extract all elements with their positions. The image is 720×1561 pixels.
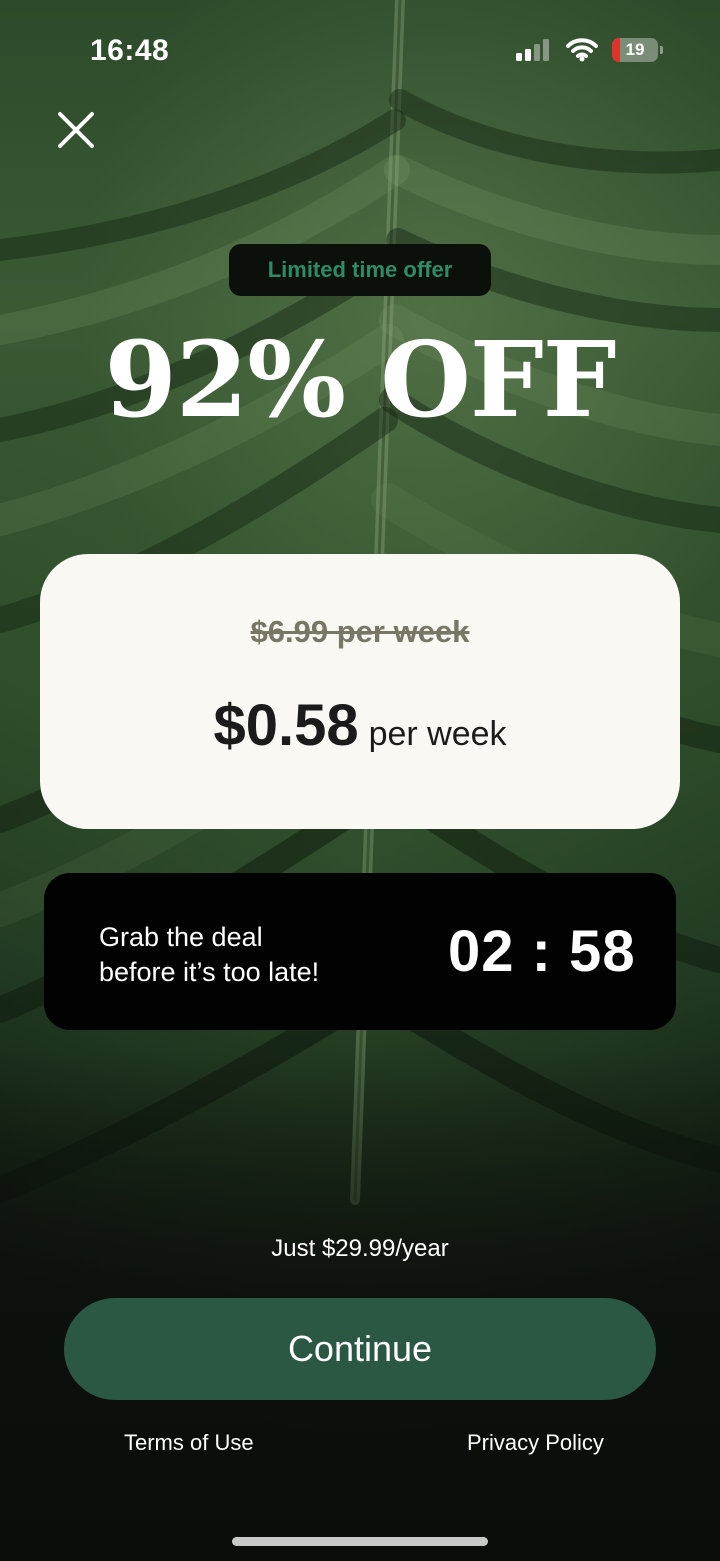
privacy-policy-link[interactable]: Privacy Policy [467, 1430, 604, 1456]
cellular-signal-icon [516, 39, 549, 61]
discount-headline: 92% OFF [104, 318, 616, 441]
terms-of-use-link[interactable]: Terms of Use [124, 1430, 254, 1456]
countdown-line-1: Grab the deal [99, 922, 263, 952]
discounted-price: $0.58 per week [0, 692, 720, 759]
price-amount: $0.58 [213, 693, 359, 758]
close-icon [58, 112, 94, 148]
close-button[interactable] [56, 110, 96, 150]
price-unit: per week [368, 715, 507, 753]
battery-level: 19 [625, 40, 645, 59]
status-time: 16:48 [90, 34, 170, 67]
countdown-line-2: before it’s too late! [99, 957, 320, 987]
status-icons: 19 [516, 38, 663, 62]
countdown-message: Grab the deal before it’s too late! [99, 920, 319, 990]
continue-button[interactable]: Continue [64, 1298, 656, 1400]
yearly-price-note: Just $29.99/year [271, 1235, 449, 1262]
wifi-icon [566, 38, 598, 62]
home-indicator[interactable] [232, 1537, 488, 1546]
limited-offer-badge: Limited time offer [229, 244, 491, 296]
battery-icon: 19 [612, 38, 663, 62]
original-price: $6.99 per week [250, 614, 470, 649]
countdown-timer: 02 : 58 [448, 919, 636, 984]
